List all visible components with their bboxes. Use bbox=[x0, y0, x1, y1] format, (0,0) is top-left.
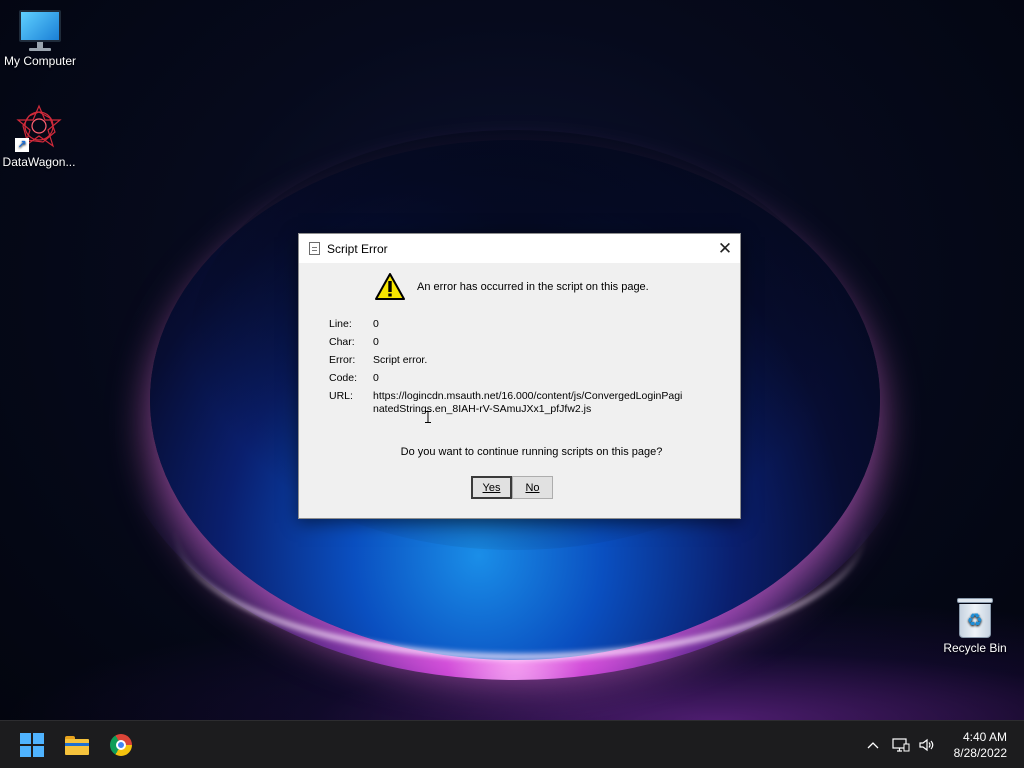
field-code: Code: 0 bbox=[329, 372, 683, 390]
field-value: 0 bbox=[373, 318, 379, 330]
desktop-icon-label: DataWagon... bbox=[2, 155, 76, 169]
field-char: Char: 0 bbox=[329, 336, 683, 354]
taskbar: 4:40 AM 8/28/2022 bbox=[0, 720, 1024, 768]
file-explorer-button[interactable] bbox=[63, 731, 91, 759]
error-details: Line: 0 Char: 0 Error: Script error. Cod… bbox=[329, 318, 683, 420]
shortcut-arrow-icon: ↗ bbox=[15, 138, 29, 152]
field-label: Code: bbox=[329, 372, 358, 384]
field-value: Script error. bbox=[373, 354, 428, 366]
network-icon bbox=[892, 738, 910, 752]
desktop-icon-label: Recycle Bin bbox=[943, 641, 1007, 655]
field-value: 0 bbox=[373, 372, 379, 384]
clock[interactable]: 4:40 AM 8/28/2022 bbox=[937, 729, 1007, 761]
datawagon-star-icon: ↗ bbox=[15, 104, 63, 152]
field-error: Error: Script error. bbox=[329, 354, 683, 372]
desktop-icon-my-computer[interactable]: My Computer bbox=[0, 10, 80, 68]
yes-button[interactable]: Yes bbox=[471, 476, 512, 499]
recycle-bin-icon: ♻ bbox=[957, 598, 993, 638]
volume-button[interactable] bbox=[915, 721, 939, 768]
field-value: 0 bbox=[373, 336, 379, 348]
field-label: Error: bbox=[329, 354, 356, 366]
text-cursor-icon bbox=[425, 411, 431, 423]
no-button[interactable]: No bbox=[512, 476, 553, 499]
dialog-title: Script Error bbox=[327, 241, 388, 256]
warning-icon bbox=[375, 273, 405, 300]
continue-question: Do you want to continue running scripts … bbox=[400, 446, 663, 458]
clock-time: 4:40 AM bbox=[962, 730, 1007, 744]
desktop-icon-label: My Computer bbox=[3, 54, 77, 68]
monitor-icon bbox=[19, 10, 61, 51]
dialog-titlebar[interactable]: Script Error ✕ bbox=[299, 234, 740, 263]
chrome-button[interactable] bbox=[107, 731, 135, 759]
document-icon bbox=[309, 242, 320, 255]
field-label: Char: bbox=[329, 336, 355, 348]
desktop-icon-recycle-bin[interactable]: ♻ Recycle Bin bbox=[935, 598, 1015, 655]
field-url: URL: https://logincdn.msauth.net/16.000/… bbox=[329, 390, 683, 420]
close-button[interactable]: ✕ bbox=[710, 234, 740, 263]
desktop-icon-datawagon[interactable]: ↗ DataWagon... bbox=[0, 104, 79, 169]
field-line: Line: 0 bbox=[329, 318, 683, 336]
field-url-value: https://logincdn.msauth.net/16.000/conte… bbox=[373, 390, 683, 415]
field-label: URL: bbox=[329, 390, 353, 402]
error-message: An error has occurred in the script on t… bbox=[417, 281, 649, 293]
folder-icon bbox=[65, 735, 89, 755]
windows-logo-icon bbox=[20, 733, 44, 757]
warning-message-row: An error has occurred in the script on t… bbox=[374, 272, 649, 302]
chrome-icon bbox=[110, 734, 132, 756]
clock-date: 8/28/2022 bbox=[953, 746, 1007, 760]
network-button[interactable] bbox=[889, 721, 913, 768]
field-label: Line: bbox=[329, 318, 352, 330]
script-error-dialog: Script Error ✕ An error has occurred in … bbox=[298, 233, 741, 519]
start-button[interactable] bbox=[18, 731, 46, 759]
close-icon: ✕ bbox=[717, 238, 733, 258]
chevron-up-icon bbox=[867, 742, 879, 749]
show-hidden-icons-button[interactable] bbox=[862, 721, 884, 768]
volume-icon bbox=[919, 738, 934, 752]
